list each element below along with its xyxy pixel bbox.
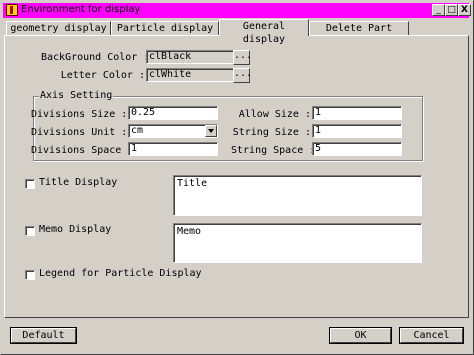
letter-color-label: Letter Color : (60, 70, 145, 81)
title-text-area[interactable]: Title (173, 175, 422, 216)
window-title: Environment for display (21, 4, 141, 15)
string-space-label: String Space : (231, 145, 316, 156)
ok-button[interactable]: OK (330, 328, 391, 343)
background-color-field[interactable]: clBlack (146, 50, 234, 64)
divisions-size-label: Divisions Size : (31, 109, 128, 120)
maximize-button[interactable]: □ (445, 4, 458, 16)
legend-label[interactable]: Legend for Particle Display (39, 268, 202, 279)
default-button[interactable]: Default (11, 328, 76, 343)
app-icon (6, 4, 18, 16)
title-display-checkbox[interactable] (25, 179, 35, 189)
divisions-space-input[interactable]: 1 (128, 142, 218, 156)
cancel-button[interactable]: Cancel (400, 328, 463, 343)
tab-general-display[interactable]: General display (219, 19, 309, 45)
tab-particle-display[interactable]: Particle display (111, 21, 219, 35)
environment-for-display-window: Environment for display _ □ X geometry d… (0, 0, 474, 355)
divisions-unit-label: Divisions Unit : (31, 127, 128, 138)
tab-delete-part[interactable]: Delete Part (309, 21, 409, 35)
string-space-input[interactable]: 5 (312, 142, 402, 156)
string-size-label: String Size : (232, 127, 311, 138)
allow-size-input[interactable]: 1 (312, 106, 402, 120)
title-display-label[interactable]: Title Display (39, 177, 117, 188)
close-button[interactable]: X (458, 4, 471, 16)
divisions-size-input[interactable]: 0.25 (128, 106, 218, 120)
string-size-input[interactable]: 1 (312, 124, 402, 138)
legend-checkbox[interactable] (25, 270, 35, 280)
letter-color-browse-button[interactable]: ... (233, 68, 252, 83)
chevron-down-icon[interactable] (205, 125, 217, 137)
memo-display-label[interactable]: Memo Display (39, 224, 111, 235)
tab-geometry-display[interactable]: geometry display (6, 21, 111, 35)
divisions-unit-select[interactable]: cm (128, 124, 218, 138)
axis-setting-title: Axis Setting (39, 90, 114, 101)
minimize-button[interactable]: _ (432, 4, 445, 16)
divisions-unit-value: cm (131, 125, 144, 136)
background-color-browse-button[interactable]: ... (233, 50, 252, 65)
title-bar[interactable]: Environment for display _ □ X (3, 3, 471, 18)
memo-text-area[interactable]: Memo (173, 223, 422, 263)
allow-size-label: Allow Size : (238, 109, 311, 120)
letter-color-field[interactable]: clWhite (146, 68, 234, 82)
divisions-space-label: Divisions Space : (31, 145, 134, 156)
background-color-label: BackGround Color : (41, 52, 150, 63)
memo-display-checkbox[interactable] (25, 226, 35, 236)
